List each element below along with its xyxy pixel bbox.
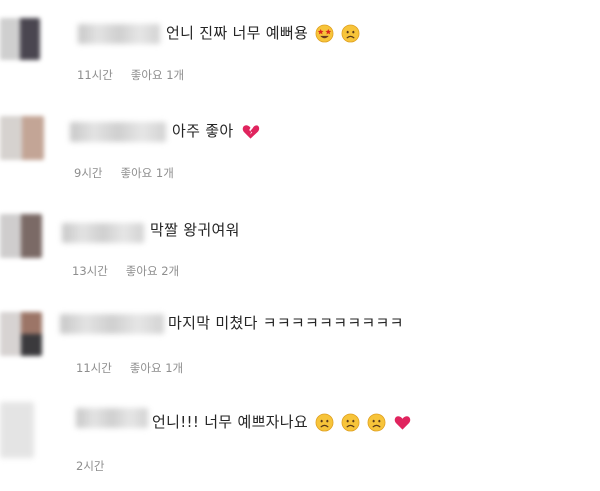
comment-meta: 11시간 좋아요 1개	[77, 67, 184, 83]
comment-meta: 13시간 좋아요 2개	[72, 263, 179, 279]
avatar[interactable]	[0, 214, 42, 258]
comment-meta: 2시간	[76, 458, 104, 474]
username[interactable]	[60, 314, 164, 334]
avatar[interactable]	[0, 116, 44, 160]
comment-meta: 9시간 좋아요 1개	[74, 165, 174, 181]
timestamp[interactable]: 13시간	[72, 264, 108, 278]
username[interactable]	[78, 24, 160, 44]
like-count[interactable]: 좋아요 1개	[130, 361, 183, 375]
timestamp[interactable]: 2시간	[76, 459, 104, 473]
broken-heart-icon	[242, 125, 259, 139]
like-count[interactable]: 좋아요 1개	[120, 166, 173, 180]
username[interactable]	[76, 408, 148, 428]
avatar[interactable]	[0, 402, 34, 458]
sad-face-icon	[341, 24, 360, 43]
star-struck-icon	[315, 24, 334, 43]
comment-text: 언니!!! 너무 예쁘자나요	[152, 412, 412, 432]
like-count[interactable]: 좋아요 1개	[131, 68, 184, 82]
sad-face-icon	[341, 413, 360, 432]
sad-face-icon	[367, 413, 386, 432]
timestamp[interactable]: 9시간	[74, 166, 102, 180]
avatar[interactable]	[0, 312, 42, 356]
comment-text: 마지막 미쳤다 ㅋㅋㅋㅋㅋㅋㅋㅋㅋㅋ	[168, 314, 404, 332]
red-heart-icon	[395, 416, 411, 430]
like-count[interactable]: 좋아요 2개	[126, 264, 179, 278]
timestamp[interactable]: 11시간	[76, 361, 112, 375]
avatar[interactable]	[0, 18, 40, 60]
sad-face-icon	[315, 413, 334, 432]
timestamp[interactable]: 11시간	[77, 68, 113, 82]
comment-text: 아주 좋아	[172, 121, 260, 141]
comment-text: 막짤 왕귀여워	[150, 221, 240, 239]
username[interactable]	[62, 223, 144, 243]
comment-meta: 11시간 좋아요 1개	[76, 360, 183, 376]
comment-text: 언니 진짜 너무 예뻐용	[166, 23, 360, 43]
username[interactable]	[70, 122, 166, 142]
